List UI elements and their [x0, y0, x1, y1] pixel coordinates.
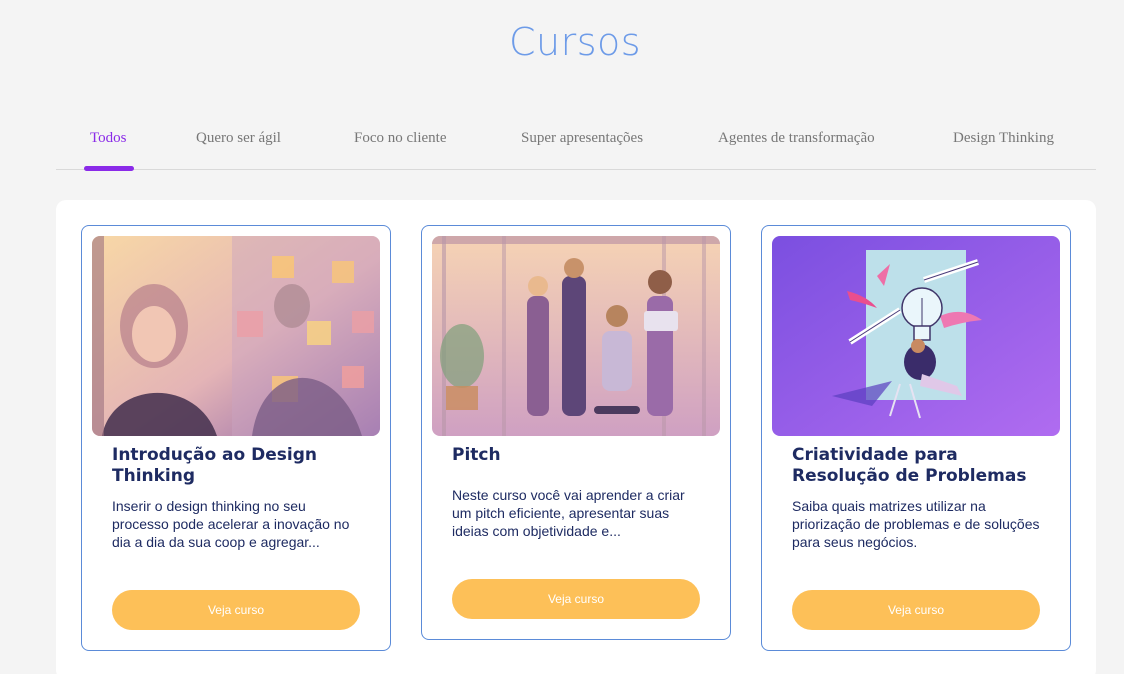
- course-card-design-thinking: Introdução ao Design Thinking Inserir o …: [81, 225, 391, 651]
- course-image-graphic: [772, 236, 1060, 436]
- course-image-graphic: [92, 236, 380, 436]
- view-course-button[interactable]: Veja curso: [452, 579, 700, 619]
- tab-agentes-de-transformacao[interactable]: Agentes de transformação: [718, 130, 875, 147]
- tab-foco-no-cliente[interactable]: Foco no cliente: [354, 130, 446, 147]
- course-title: Introdução ao Design Thinking: [112, 445, 317, 486]
- course-image-graphic: [432, 236, 720, 436]
- course-card-pitch: Pitch Neste curso você vai aprender a cr…: [421, 225, 731, 640]
- course-title: Pitch: [452, 445, 501, 465]
- course-description: Neste curso você vai aprender a criar um…: [452, 487, 685, 539]
- tab-todos[interactable]: Todos: [90, 130, 126, 147]
- course-image-design-thinking[interactable]: [92, 236, 380, 436]
- course-image-pitch[interactable]: [432, 236, 720, 436]
- tab-super-apresentacoes[interactable]: Super apresentações: [521, 130, 643, 147]
- active-tab-indicator: [84, 166, 134, 171]
- course-card-criatividade: Criatividade para Resolução de Problemas…: [761, 225, 1071, 651]
- tab-quero-ser-agil[interactable]: Quero ser ágil: [196, 130, 281, 147]
- view-course-button[interactable]: Veja curso: [792, 590, 1040, 630]
- tab-design-thinking[interactable]: Design Thinking: [953, 130, 1054, 147]
- page-title: Cursos: [508, 20, 642, 64]
- course-category-tabs: Todos Quero ser ágil Foco no cliente Sup…: [56, 118, 1096, 171]
- view-course-button[interactable]: Veja curso: [112, 590, 360, 630]
- course-title: Criatividade para Resolução de Problemas: [792, 445, 1027, 486]
- course-description: Inserir o design thinking no seu process…: [112, 498, 350, 550]
- courses-panel: Introdução ao Design Thinking Inserir o …: [56, 200, 1096, 674]
- course-image-criatividade[interactable]: [772, 236, 1060, 436]
- course-description: Saiba quais matrizes utilizar na prioriz…: [792, 498, 1040, 550]
